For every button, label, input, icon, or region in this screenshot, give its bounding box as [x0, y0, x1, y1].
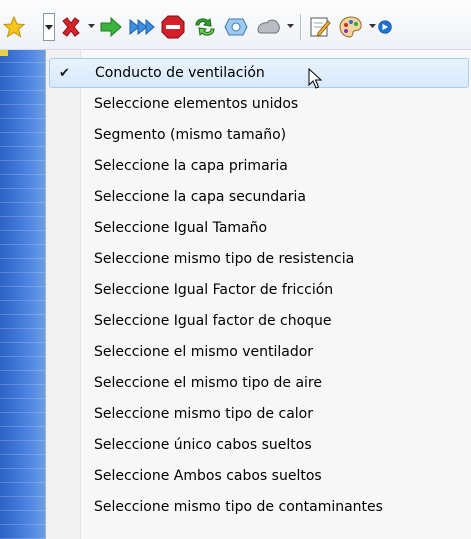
menu-item-label: Seleccione mismo tipo de contaminantes	[94, 499, 383, 515]
menu-item-igual-tamano[interactable]: Seleccione Igual Tamaño	[49, 213, 469, 243]
green-cycle-arrows-icon[interactable]	[191, 12, 219, 42]
blue-double-arrow-icon[interactable]	[128, 12, 156, 42]
menu-item-label: Seleccione elementos unidos	[94, 96, 299, 112]
menu-item-label: Seleccione Igual Factor de fricción	[94, 282, 334, 298]
paint-palette-icon[interactable]	[337, 12, 365, 42]
menu-item-label: Seleccione único cabos sueltos	[94, 437, 312, 453]
menu-item-label: Seleccione Igual Tamaño	[94, 220, 268, 236]
menu-item-label: Seleccione Igual factor de choque	[94, 313, 332, 329]
stop-sign-icon[interactable]	[160, 12, 186, 42]
blue-circle-icon[interactable]	[378, 12, 392, 42]
menu-item-tipo-aire[interactable]: Seleccione el mismo tipo de aire	[49, 368, 469, 398]
menu-item-capa-secundaria[interactable]: Seleccione la capa secundaria	[49, 182, 469, 212]
dropdown-arrow-icon[interactable]	[367, 19, 377, 33]
menu-item-label: Seleccione Ambos cabos sueltos	[94, 468, 322, 484]
dropdown-arrow-icon[interactable]	[86, 19, 96, 33]
menu-item-factor-friccion[interactable]: Seleccione Igual Factor de fricción	[49, 275, 469, 305]
red-x-icon[interactable]	[58, 12, 84, 42]
background-canvas	[0, 50, 45, 539]
menu-item-mismo-ventilador[interactable]: Seleccione el mismo ventilador	[49, 337, 469, 367]
menu-item-label: Seleccione mismo tipo de calor	[94, 406, 313, 422]
green-arrow-right-icon[interactable]	[98, 12, 124, 42]
menu-item-tipo-resistencia[interactable]: Seleccione mismo tipo de resistencia	[49, 244, 469, 274]
menu-item-conducto-de-ventilacion[interactable]: ✔ Conducto de ventilación	[49, 58, 469, 88]
checkmark-icon: ✔	[59, 65, 70, 81]
menu-item-label: Seleccione el mismo ventilador	[94, 344, 314, 360]
notepad-pencil-icon[interactable]	[307, 12, 333, 42]
menu-item-capa-primaria[interactable]: Seleccione la capa primaria	[49, 151, 469, 181]
star-icon[interactable]	[2, 12, 26, 42]
toolbar	[0, 0, 471, 50]
menu-item-label: Seleccione la capa secundaria	[94, 189, 306, 205]
dropdown-arrow-icon[interactable]	[285, 19, 295, 33]
mouse-pointer-icon	[308, 67, 323, 94]
menu-item-label: Seleccione el mismo tipo de aire	[94, 375, 322, 391]
menu-item-segmento[interactable]: Segmento (mismo tamaño)	[49, 120, 469, 150]
menu-item-label: Seleccione mismo tipo de resistencia	[94, 251, 355, 267]
menu-item-factor-choque[interactable]: Seleccione Igual factor de choque	[49, 306, 469, 336]
menu-item-label: Seleccione la capa primaria	[94, 158, 288, 174]
menu-item-ambos-cabos-sueltos[interactable]: Seleccione Ambos cabos sueltos	[49, 461, 469, 491]
menu-item-tipo-contaminantes[interactable]: Seleccione mismo tipo de contaminantes	[49, 492, 469, 522]
menu-item-tipo-calor[interactable]: Seleccione mismo tipo de calor	[49, 399, 469, 429]
menu-item-unico-cabos-sueltos[interactable]: Seleccione único cabos sueltos	[49, 430, 469, 460]
menu-item-elementos-unidos[interactable]: Seleccione elementos unidos	[49, 89, 469, 119]
gray-gear-icon[interactable]	[254, 12, 282, 42]
star-dropdown-button[interactable]	[43, 13, 55, 41]
menu-item-label: Conducto de ventilación	[95, 65, 265, 81]
menu-item-label: Segmento (mismo tamaño)	[94, 127, 287, 143]
blue-gear-icon[interactable]	[222, 12, 250, 42]
dropdown-menu: ✔ Conducto de ventilación Seleccione ele…	[45, 50, 471, 539]
toolbar-separator	[300, 14, 302, 40]
dropdown-arrow-icon	[45, 24, 53, 30]
